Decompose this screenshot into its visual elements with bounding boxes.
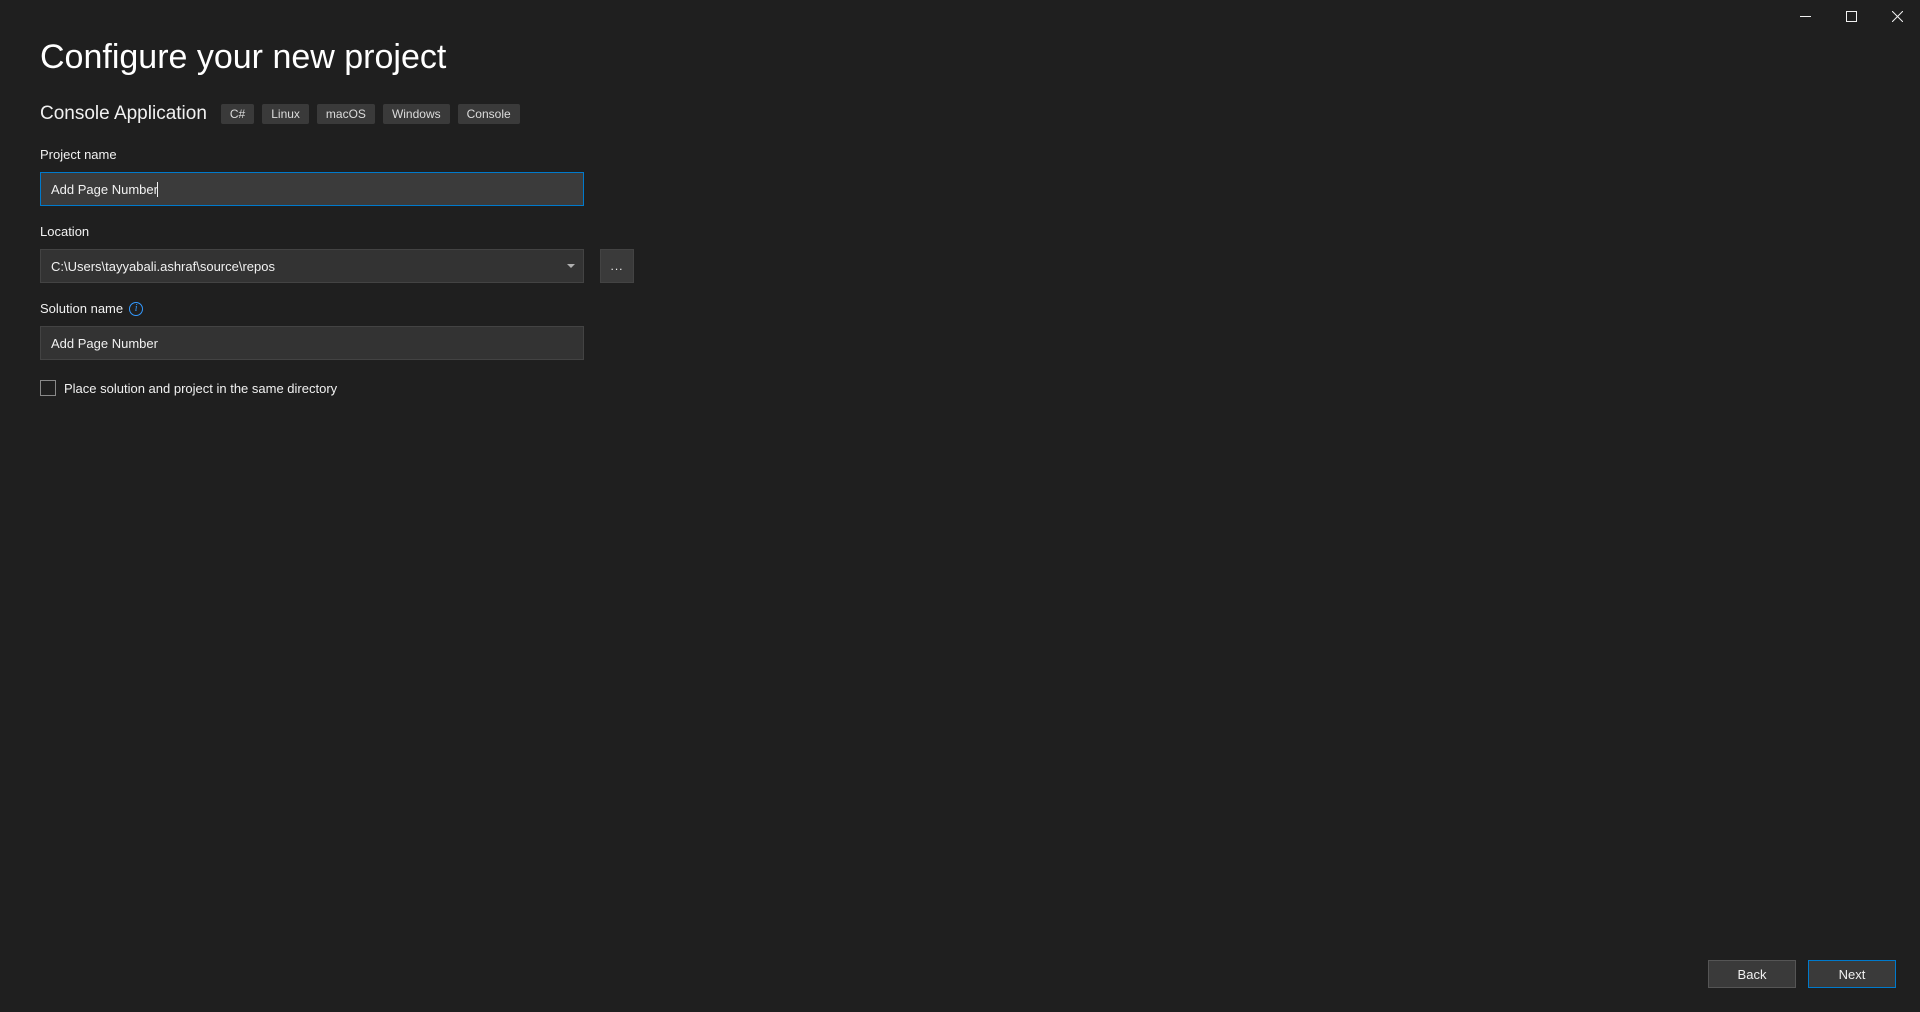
solution-name-group: Solution name i [40,301,1880,360]
info-icon[interactable]: i [129,302,143,316]
tag-language: C# [221,104,254,124]
location-group: Location C:\Users\tayyabali.ashraf\sourc… [40,224,1880,283]
browse-location-button[interactable]: ... [600,249,634,283]
main-content: Configure your new project Console Appli… [0,0,1920,396]
tag-platform-linux: Linux [262,104,309,124]
minimize-button[interactable] [1782,0,1828,32]
location-combobox[interactable]: C:\Users\tayyabali.ashraf\source\repos [40,249,584,283]
wizard-footer: Back Next [1708,960,1896,988]
project-name-label: Project name [40,147,1880,162]
text-caret [157,182,158,197]
maximize-button[interactable] [1828,0,1874,32]
location-row: C:\Users\tayyabali.ashraf\source\repos .… [40,249,1880,283]
next-button[interactable]: Next [1808,960,1896,988]
close-icon [1892,11,1903,22]
same-directory-label[interactable]: Place solution and project in the same d… [64,381,337,396]
maximize-icon [1846,11,1857,22]
tag-row: C# Linux macOS Windows Console [221,104,520,124]
tag-platform-macos: macOS [317,104,375,124]
same-directory-checkbox[interactable] [40,380,56,396]
same-directory-row: Place solution and project in the same d… [40,380,1880,396]
close-button[interactable] [1874,0,1920,32]
minimize-icon [1800,11,1811,22]
solution-name-label-row: Solution name i [40,301,1880,316]
window-titlebar [1782,0,1920,32]
project-name-group: Project name Add Page Number [40,147,1880,206]
chevron-down-icon [567,264,575,268]
back-button[interactable]: Back [1708,960,1796,988]
page-title: Configure your new project [40,38,1880,77]
tag-platform-windows: Windows [383,104,450,124]
solution-name-input[interactable] [40,326,584,360]
solution-name-label: Solution name [40,301,123,316]
location-value: C:\Users\tayyabali.ashraf\source\repos [51,259,275,274]
project-name-value: Add Page Number [51,182,158,197]
project-name-input[interactable]: Add Page Number [40,172,584,206]
location-label: Location [40,224,1880,239]
tag-type-console: Console [458,104,520,124]
subtitle-row: Console Application C# Linux macOS Windo… [40,103,1880,125]
project-template-name: Console Application [40,103,207,125]
